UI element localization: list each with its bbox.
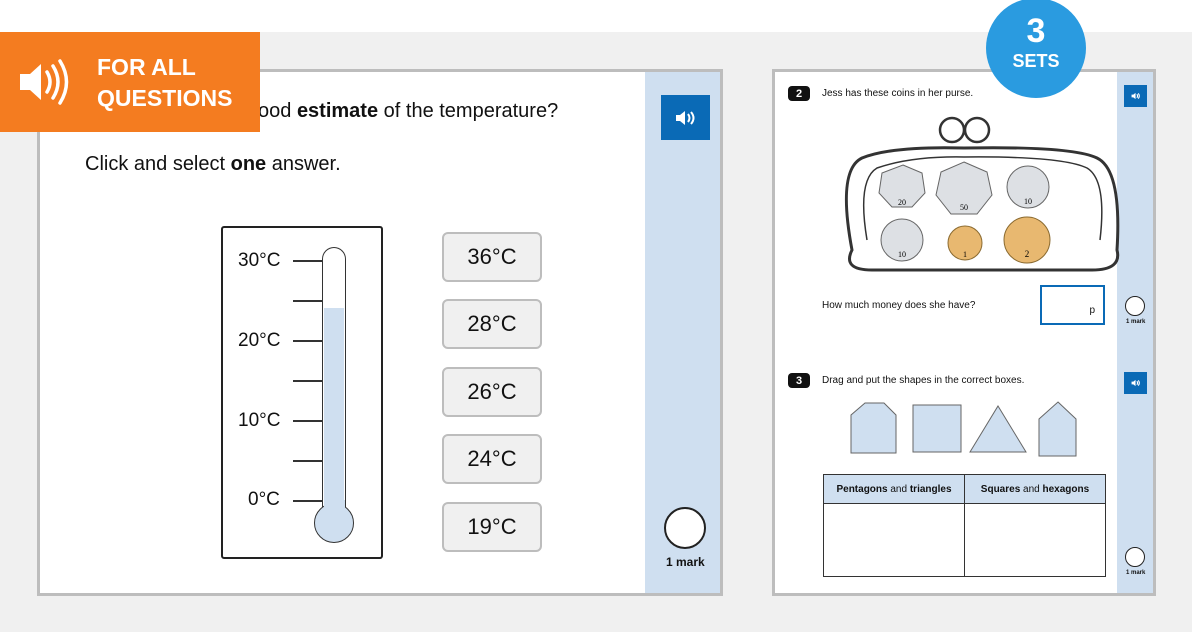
scale-tick — [293, 340, 322, 342]
scale-label: 10°C — [238, 410, 281, 431]
sorting-table: Pentagons and triangles Squares and hexa… — [823, 474, 1106, 577]
badge-number: 3 — [1026, 12, 1046, 50]
coin-value: 1 — [963, 250, 967, 259]
header-joiner: and — [1020, 483, 1043, 495]
scale-tick — [293, 300, 322, 302]
question-text-bold: estimate — [296, 100, 379, 122]
badge-label: SETS — [1012, 51, 1060, 71]
scale-tick — [293, 460, 322, 462]
mark-label: 1 mark — [1126, 319, 1146, 325]
unit-label: p — [1089, 305, 1095, 316]
answer-option[interactable]: 19°C — [442, 502, 542, 552]
scale-tick — [293, 420, 322, 422]
header-bold: triangles — [909, 483, 952, 495]
audio-button[interactable] — [1124, 372, 1147, 394]
scale-tick — [293, 260, 322, 262]
header-joiner: and — [887, 483, 910, 495]
answer-option[interactable]: 28°C — [442, 299, 542, 349]
answer-option[interactable]: 24°C — [442, 434, 542, 484]
hexagon-shape[interactable] — [850, 402, 897, 454]
speaker-icon — [20, 59, 69, 105]
thermometer-box — [221, 226, 383, 559]
square-shape[interactable] — [912, 404, 962, 453]
banner-line1: FOR ALL — [97, 54, 196, 80]
banner-line2: QUESTIONS — [97, 85, 233, 111]
answer-input[interactable]: p — [1040, 285, 1105, 325]
thermometer-bulb — [314, 503, 354, 543]
mark-circle — [1125, 296, 1145, 316]
speaker-icon — [1131, 379, 1140, 387]
coin-value: 50 — [960, 203, 968, 212]
triangle-shape[interactable] — [969, 405, 1027, 453]
answer-option[interactable]: 26°C — [442, 367, 542, 417]
instruction-bold: one — [230, 153, 267, 175]
speaker-icon — [675, 110, 694, 125]
header-bold: Squares — [980, 483, 1021, 495]
drop-zone[interactable] — [964, 503, 1106, 577]
question-text: Drag and put the shapes in the correct b… — [822, 375, 1025, 386]
scale-label: 0°C — [248, 489, 280, 510]
instruction-start: Click and select — [85, 153, 231, 175]
header-bold: Pentagons — [836, 483, 888, 495]
answer-option[interactable]: 36°C — [442, 232, 542, 282]
question-text-start: ood — [258, 100, 297, 122]
audio-button[interactable] — [1124, 85, 1147, 107]
pentagon-shape[interactable] — [1038, 401, 1077, 457]
thermometer-fill — [324, 308, 344, 512]
drop-zone[interactable] — [823, 503, 965, 577]
scale-tick — [293, 500, 322, 502]
question-text-end: of the temperature? — [378, 100, 559, 122]
column-header: Pentagons and triangles — [823, 474, 965, 504]
audio-button[interactable] — [661, 95, 710, 140]
mark-circle — [1125, 547, 1145, 567]
sets-badge: 3 SETS — [986, 0, 1086, 98]
coin-value: 20 — [898, 198, 906, 207]
thermometer-neck — [323, 500, 345, 508]
speaker-icon — [1131, 92, 1140, 100]
instruction-text: Click and select one answer. — [85, 153, 341, 176]
draggable-shapes — [850, 401, 1077, 457]
header-bold: hexagons — [1042, 483, 1090, 495]
mark-circle — [664, 507, 706, 549]
question-prompt: How much money does she have? — [822, 300, 976, 311]
question-text: Jess has these coins in her purse. — [822, 88, 974, 99]
question-number: 2 — [788, 86, 810, 101]
question-number: 3 — [788, 373, 810, 388]
question-text: ood estimate of the temperature? — [258, 100, 558, 123]
audio-banner: FOR ALL QUESTIONS — [0, 32, 260, 132]
purse-image: 20 50 10 10 1 2 — [844, 116, 1120, 272]
coin-value: 2 — [1025, 249, 1030, 259]
coin-value: 10 — [1024, 197, 1032, 206]
scale-label: 20°C — [238, 330, 281, 351]
mark-label: 1 mark — [1126, 570, 1146, 576]
coin-value: 10 — [898, 250, 906, 259]
instruction-end: answer. — [266, 153, 341, 175]
scale-tick — [293, 380, 322, 382]
column-header: Squares and hexagons — [964, 474, 1106, 504]
scale-label: 30°C — [238, 250, 281, 271]
mark-label: 1 mark — [666, 555, 705, 569]
